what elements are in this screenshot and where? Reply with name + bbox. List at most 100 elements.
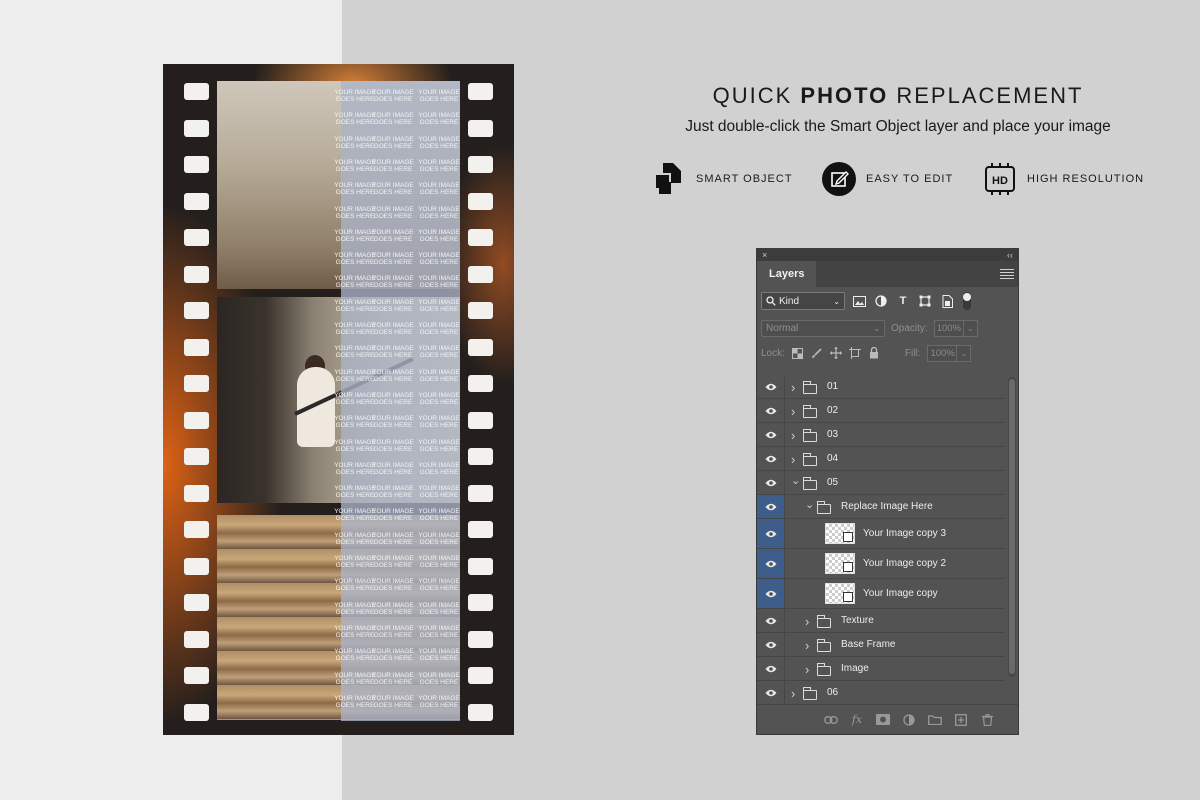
smart-object-icon <box>652 162 686 196</box>
chevron-right-icon[interactable]: › <box>791 404 795 419</box>
filter-kind-select[interactable]: Kind ⌄ <box>761 292 845 310</box>
lock-all-icon[interactable] <box>868 347 880 359</box>
shape-filter-icon[interactable] <box>917 293 933 309</box>
lock-brush-icon[interactable] <box>811 347 823 359</box>
layer-row[interactable]: › Texture <box>757 609 1005 633</box>
layer-row[interactable]: › Image <box>757 657 1005 681</box>
layer-row[interactable]: › 06 <box>757 681 1005 705</box>
visibility-eye-icon[interactable] <box>757 447 785 470</box>
chevron-down-icon[interactable]: ⌄ <box>805 498 814 511</box>
panel-menu-icon[interactable] <box>1000 261 1014 287</box>
sprocket-hole <box>468 448 493 465</box>
placeholder-text: YOUR IMAGE GOES HERE <box>418 555 460 569</box>
chevron-right-icon[interactable]: › <box>805 614 809 629</box>
new-layer-icon[interactable] <box>954 713 968 727</box>
collapse-icon[interactable]: ‹‹ <box>1007 250 1013 260</box>
chevron-right-icon[interactable]: › <box>805 662 809 677</box>
layer-name: 06 <box>827 687 839 698</box>
placeholder-text: YOUR IMAGE GOES HERE <box>418 485 460 500</box>
pixel-filter-icon[interactable] <box>851 293 867 309</box>
layer-row[interactable]: Your Image copy 3 <box>757 519 1005 549</box>
layer-row[interactable]: › 03 <box>757 423 1005 447</box>
layer-row[interactable]: › 02 <box>757 399 1005 423</box>
type-filter-icon[interactable]: T <box>895 293 911 309</box>
layer-effects-icon[interactable]: fx <box>850 713 864 727</box>
sprocket-hole <box>468 83 493 100</box>
smart-object-filter-icon[interactable] <box>939 293 955 309</box>
sprocket-hole <box>184 375 209 392</box>
placeholder-text: YOUR IMAGE GOES HERE <box>418 368 460 383</box>
chevron-down-icon: ⌄ <box>833 296 840 306</box>
link-layers-icon[interactable] <box>824 713 838 727</box>
layer-mask-icon[interactable] <box>876 713 890 727</box>
visibility-eye-icon[interactable] <box>757 519 785 548</box>
lock-artboard-icon[interactable] <box>848 347 861 359</box>
hd-badge-text: HD <box>992 175 1008 187</box>
layer-row[interactable]: › 04 <box>757 447 1005 471</box>
chevron-down-icon[interactable]: ⌄ <box>957 344 972 362</box>
filter-toggle-switch[interactable] <box>963 292 971 310</box>
visibility-eye-icon[interactable] <box>757 495 785 518</box>
placeholder-text: YOUR IMAGE GOES HERE <box>418 135 460 150</box>
placeholder-text: YOUR IMAGE GOES HERE <box>418 694 460 709</box>
chevron-down-icon[interactable]: ⌄ <box>963 319 978 337</box>
layer-row[interactable]: Your Image copy 2 <box>757 549 1005 579</box>
layer-row[interactable]: Your Image copy <box>757 579 1005 609</box>
placeholder-text: YOUR IMAGE GOES HERE <box>372 228 414 243</box>
layer-name: Your Image copy 3 <box>863 528 947 539</box>
visibility-eye-icon[interactable] <box>757 609 785 632</box>
chevron-right-icon[interactable]: › <box>791 428 795 443</box>
blend-mode-select[interactable]: Normal ⌄ <box>761 319 885 337</box>
chevron-right-icon[interactable]: › <box>791 686 795 701</box>
layers-scrollbar[interactable] <box>1008 377 1016 677</box>
sprocket-hole <box>468 375 493 392</box>
sprocket-hole <box>468 338 493 356</box>
layer-row[interactable]: ⌄ Replace Image Here <box>757 495 1005 519</box>
chevron-down-icon[interactable]: ⌄ <box>791 474 800 487</box>
delete-layer-icon[interactable] <box>980 713 994 727</box>
tab-layers[interactable]: Layers <box>757 261 817 287</box>
placeholder-text: YOUR IMAGE GOES HERE <box>418 275 460 290</box>
fill-input[interactable]: 100% <box>927 344 958 362</box>
opacity-input[interactable]: 100% <box>933 319 964 337</box>
layer-row[interactable]: ⌄ 05 <box>757 471 1005 495</box>
sprocket-hole <box>184 557 209 575</box>
chevron-right-icon[interactable]: › <box>791 452 795 467</box>
sprocket-hole <box>468 119 493 137</box>
visibility-eye-icon[interactable] <box>757 681 785 704</box>
visibility-eye-icon[interactable] <box>757 549 785 578</box>
chevron-right-icon[interactable]: › <box>805 638 809 653</box>
folder-icon <box>803 405 817 418</box>
chevron-right-icon[interactable]: › <box>791 380 795 395</box>
adjustment-layer-icon[interactable] <box>902 713 916 727</box>
visibility-eye-icon[interactable] <box>757 423 785 446</box>
sprocket-hole <box>468 302 493 319</box>
lock-move-icon[interactable] <box>829 347 842 359</box>
visibility-eye-icon[interactable] <box>757 657 785 680</box>
placeholder-text: YOUR IMAGE GOES HERE <box>372 112 414 127</box>
new-group-icon[interactable] <box>928 713 942 727</box>
layer-name: 02 <box>827 405 839 416</box>
placeholder-text: YOUR IMAGE GOES HERE <box>418 671 460 686</box>
lock-transparent-icon[interactable] <box>792 347 804 359</box>
folder-icon <box>803 381 817 394</box>
close-icon[interactable]: × <box>762 250 767 260</box>
visibility-eye-icon[interactable] <box>757 471 785 494</box>
layer-name: 01 <box>827 381 839 392</box>
visibility-eye-icon[interactable] <box>757 399 785 422</box>
visibility-eye-icon[interactable] <box>757 633 785 656</box>
feature-label: EASY TO EDIT <box>866 173 954 185</box>
placeholder-text: YOUR IMAGE GOES HERE <box>372 648 414 663</box>
smart-object-thumbnail <box>825 523 855 544</box>
placeholder-text: YOUR IMAGE GOES HERE <box>418 508 460 523</box>
placeholder-text: YOUR IMAGE GOES HERE <box>418 182 460 197</box>
placeholder-text: YOUR IMAGE GOES HERE <box>418 461 460 476</box>
layer-row[interactable]: › Base Frame <box>757 633 1005 657</box>
placeholder-text: YOUR IMAGE GOES HERE <box>418 345 460 360</box>
layers-panel: × ‹‹ Layers Kind ⌄ T Normal ⌄ Opacity: 1… <box>756 248 1019 735</box>
visibility-eye-icon[interactable] <box>757 579 785 608</box>
folder-icon <box>803 453 817 466</box>
visibility-eye-icon[interactable] <box>757 375 785 398</box>
adjustment-filter-icon[interactable] <box>873 293 889 309</box>
layer-row[interactable]: › 01 <box>757 375 1005 399</box>
